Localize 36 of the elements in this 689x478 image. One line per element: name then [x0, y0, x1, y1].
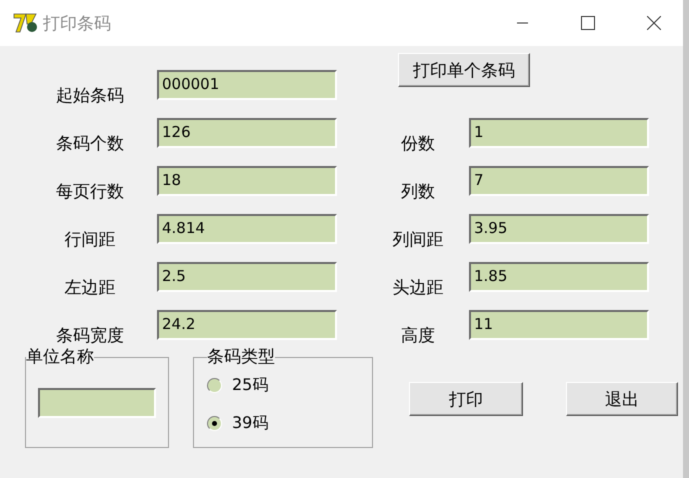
input-field[interactable]: 126 [157, 118, 337, 148]
field-label: 列数 [400, 182, 436, 202]
radio-button[interactable] [207, 416, 222, 430]
radio-label[interactable]: 25码 [232, 374, 268, 396]
radio-button[interactable] [207, 378, 222, 392]
input-field[interactable]: 1.85 [469, 262, 649, 292]
group-title: 条码类型 [207, 348, 275, 366]
field-label: 列间距 [392, 230, 444, 250]
input-field[interactable]: 18 [157, 166, 337, 196]
window-title: 打印条码 [43, 12, 111, 34]
input-field[interactable]: 11 [469, 310, 649, 340]
dialog-button[interactable]: 退出 [566, 382, 678, 416]
field-label: 条码宽度 [55, 326, 125, 346]
field-label: 行间距 [64, 230, 116, 250]
input-field[interactable]: 000001 [157, 70, 337, 100]
field-label: 份数 [400, 134, 436, 154]
field-label: 头边距 [392, 278, 444, 298]
radio-label[interactable]: 39码 [232, 412, 268, 434]
field-label: 左边距 [64, 278, 116, 298]
maximize-icon[interactable] [581, 16, 595, 30]
field-label: 高度 [400, 326, 436, 346]
input-field[interactable]: 4.814 [157, 214, 337, 244]
input-field[interactable]: 3.95 [469, 214, 649, 244]
field-label: 每页行数 [55, 182, 125, 202]
dialog-button[interactable]: 打印 [409, 382, 523, 416]
input-field[interactable] [38, 388, 156, 418]
close-icon[interactable] [647, 16, 661, 30]
app-logo-icon [13, 12, 39, 34]
field-label: 起始条码 [55, 86, 125, 106]
print-single-button[interactable]: 打印单个条码 [398, 53, 530, 87]
field-label: 条码个数 [55, 134, 125, 154]
input-field[interactable]: 1 [469, 118, 649, 148]
input-field[interactable]: 24.2 [157, 310, 337, 340]
input-field[interactable]: 7 [469, 166, 649, 196]
input-field[interactable]: 2.5 [157, 262, 337, 292]
group-title: 单位名称 [26, 348, 94, 366]
